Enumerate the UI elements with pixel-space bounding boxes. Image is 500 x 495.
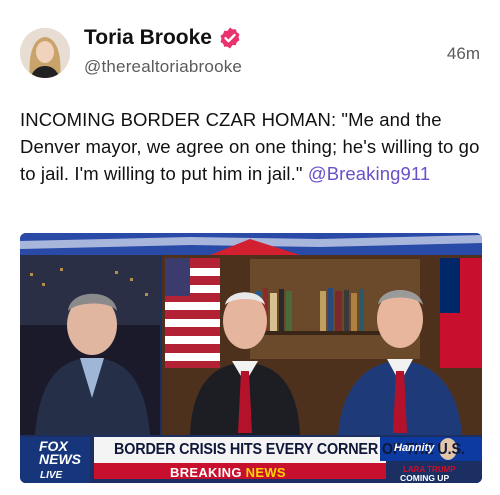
avatar[interactable] bbox=[20, 28, 70, 78]
author-handle[interactable]: @therealtoriabrooke bbox=[84, 57, 242, 77]
show-logo: Hannity bbox=[394, 442, 435, 454]
news-word: NEWS bbox=[245, 465, 286, 480]
breaking-word: BREAKING bbox=[170, 465, 242, 480]
breaking-news-label: BREAKING NEWS bbox=[170, 465, 286, 480]
post-timestamp: 46m bbox=[446, 44, 480, 63]
post-media-image[interactable]: FOX NEWS LIVE BORDER CRISIS HITS EVERY C… bbox=[20, 233, 482, 483]
author-name[interactable]: Toria Brooke bbox=[84, 26, 212, 50]
author-row: Toria Brooke bbox=[84, 26, 242, 50]
logo-line-2: NEWS bbox=[39, 451, 81, 467]
post-card: Toria Brooke @therealtoriabrooke 46m INC… bbox=[0, 0, 500, 495]
mention-link[interactable]: @Breaking911 bbox=[308, 163, 431, 184]
fox-news-logo: FOX NEWS bbox=[39, 439, 89, 467]
post-text: INCOMING BORDER CZAR HOMAN: "Me and the … bbox=[20, 106, 482, 187]
live-label: LIVE bbox=[40, 470, 63, 481]
promo-coming-up: COMING UP bbox=[400, 473, 450, 483]
verified-badge-icon bbox=[220, 27, 240, 49]
